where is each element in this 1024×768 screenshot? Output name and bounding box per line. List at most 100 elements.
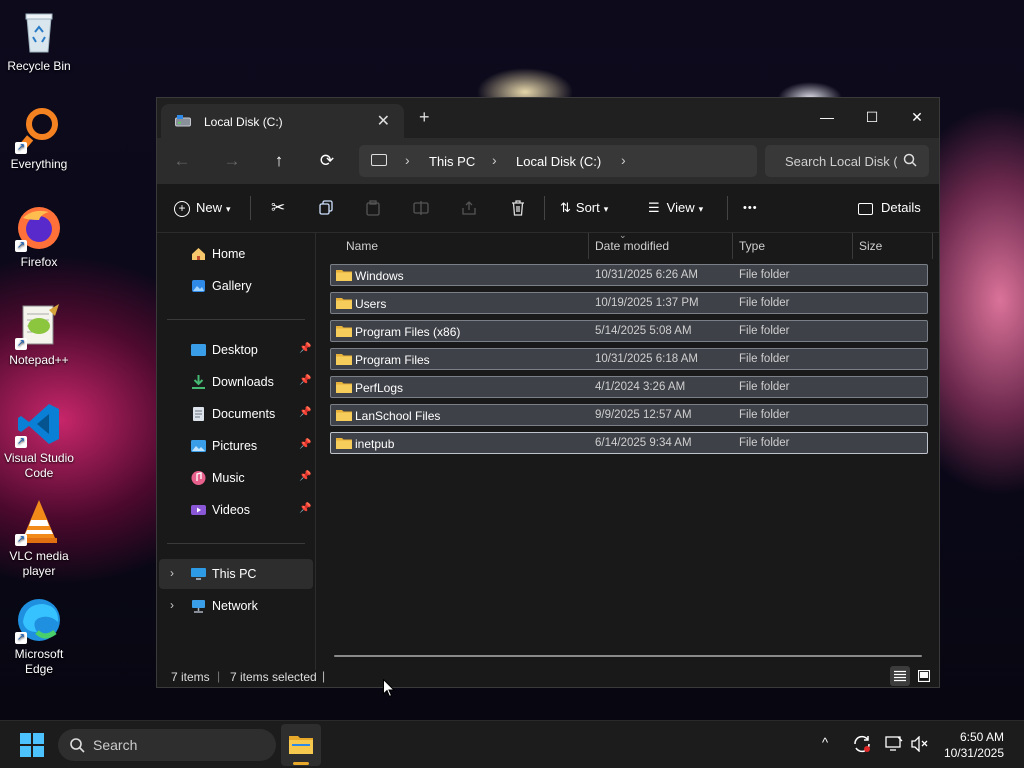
maximize-button[interactable]: ☐ bbox=[849, 102, 895, 132]
sort-button[interactable]: ⇅ Sort ▾ bbox=[560, 184, 608, 232]
new-tab-button[interactable]: + bbox=[419, 107, 430, 128]
view-button[interactable]: ☰ View ▾ bbox=[648, 184, 703, 232]
status-separator: | bbox=[322, 669, 326, 683]
breadcrumb-this-pc[interactable]: This PC bbox=[429, 154, 475, 169]
chevron-right-icon[interactable]: › bbox=[170, 598, 174, 612]
desktop-icon-notepadpp[interactable]: ↗ Notepad++ bbox=[2, 302, 76, 368]
desktop-icon-vscode[interactable]: ↗ Visual Studio Code bbox=[2, 400, 76, 481]
sidebar-item-videos[interactable]: Videos 📌 bbox=[159, 495, 313, 525]
volume-muted-icon[interactable] bbox=[911, 736, 929, 752]
desktop-icon-recycle-bin[interactable]: Recycle Bin bbox=[2, 8, 76, 74]
close-window-button[interactable]: ✕ bbox=[894, 102, 940, 132]
column-header-date[interactable]: Date modified bbox=[595, 233, 669, 259]
up-button[interactable]: ↑ bbox=[264, 146, 294, 176]
taskbar-search-input[interactable]: Search bbox=[93, 737, 137, 753]
file-row[interactable]: LanSchool Files 9/9/2025 12:57 AM File f… bbox=[330, 404, 928, 426]
pin-icon[interactable]: 📌 bbox=[299, 407, 311, 418]
column-separator[interactable] bbox=[932, 233, 933, 259]
column-separator[interactable] bbox=[588, 233, 589, 259]
sidebar-item-network[interactable]: › Network bbox=[159, 591, 313, 621]
copy-icon[interactable] bbox=[318, 184, 334, 232]
pin-icon[interactable]: 📌 bbox=[299, 343, 311, 354]
pin-icon[interactable]: 📌 bbox=[299, 439, 311, 450]
file-row[interactable]: Users 10/19/2025 1:37 PM File folder bbox=[330, 292, 928, 314]
sidebar-item-desktop[interactable]: Desktop 📌 bbox=[159, 335, 313, 365]
column-header-size[interactable]: Size bbox=[859, 233, 882, 259]
file-row[interactable]: Program Files (x86) 5/14/2025 5:08 AM Fi… bbox=[330, 320, 928, 342]
start-button[interactable] bbox=[20, 733, 44, 757]
show-hidden-icons-button[interactable]: ^ bbox=[822, 735, 828, 750]
sidebar-item-home[interactable]: Home bbox=[159, 239, 313, 269]
file-list: Name ⌄ Date modified Type Size Windows 1… bbox=[317, 230, 939, 670]
pin-icon[interactable]: 📌 bbox=[299, 471, 311, 482]
file-row[interactable]: PerfLogs 4/1/2024 3:26 AM File folder bbox=[330, 376, 928, 398]
divider bbox=[167, 319, 305, 320]
file-explorer-window: Local Disk (C:) ✕ + — ☐ ✕ ← → ↑ ⟳ › This… bbox=[156, 97, 940, 688]
desktop-icon-label: VLC media player bbox=[9, 549, 69, 578]
tab-local-disk[interactable]: Local Disk (C:) ✕ bbox=[161, 104, 404, 138]
sidebar-item-music[interactable]: Music 📌 bbox=[159, 463, 313, 493]
drive-icon bbox=[175, 114, 191, 127]
sidebar-item-gallery[interactable]: Gallery bbox=[159, 271, 313, 301]
breadcrumb-local-disk[interactable]: Local Disk (C:) bbox=[516, 154, 601, 169]
column-header-type[interactable]: Type bbox=[739, 233, 765, 259]
vlc-icon: ↗ bbox=[15, 498, 63, 546]
desktop-icon-edge[interactable]: ↗ Microsoft Edge bbox=[2, 596, 76, 677]
minimize-button[interactable]: — bbox=[804, 102, 850, 132]
pane-divider[interactable] bbox=[315, 233, 316, 670]
sidebar-item-this-pc[interactable]: › This PC bbox=[159, 559, 313, 589]
clock-date: 10/31/2025 bbox=[943, 746, 1004, 760]
file-row[interactable]: Program Files 10/31/2025 6:18 AM File fo… bbox=[330, 348, 928, 370]
share-icon[interactable] bbox=[461, 184, 477, 232]
back-button[interactable]: ← bbox=[167, 146, 197, 176]
folder-icon bbox=[336, 269, 352, 281]
sidebar-item-pictures[interactable]: Pictures 📌 bbox=[159, 431, 313, 461]
file-explorer-icon bbox=[289, 736, 313, 754]
tiles-view-button[interactable] bbox=[914, 666, 934, 686]
tab-close-icon[interactable]: ✕ bbox=[377, 111, 390, 131]
clock[interactable]: 6:50 AM 10/31/2025 bbox=[944, 729, 1004, 761]
rename-icon[interactable] bbox=[413, 184, 429, 232]
new-button[interactable]: + New ▾ bbox=[174, 184, 231, 232]
desktop-icon-label: Microsoft Edge bbox=[14, 647, 64, 676]
file-row[interactable]: Windows 10/31/2025 6:26 AM File folder bbox=[330, 264, 928, 286]
delete-icon[interactable] bbox=[510, 184, 526, 232]
column-separator[interactable] bbox=[852, 233, 853, 259]
details-view-button[interactable] bbox=[890, 666, 910, 686]
desktop-icon-label: Recycle Bin bbox=[7, 59, 71, 73]
sidebar-item-documents[interactable]: Documents 📌 bbox=[159, 399, 313, 429]
sync-icon[interactable] bbox=[852, 734, 872, 754]
details-pane-button[interactable]: Details bbox=[858, 184, 921, 232]
cut-icon[interactable]: ✂ bbox=[271, 184, 285, 232]
forward-button[interactable]: → bbox=[217, 146, 247, 176]
folder-icon bbox=[336, 381, 352, 393]
gallery-icon bbox=[191, 279, 206, 293]
desktop-icon-vlc[interactable]: ↗ VLC media player bbox=[2, 498, 76, 579]
more-options-button[interactable]: ••• bbox=[743, 184, 758, 232]
search-input[interactable]: Search Local Disk (C:) bbox=[785, 154, 897, 169]
horizontal-scrollbar[interactable] bbox=[334, 655, 922, 657]
chevron-right-icon[interactable]: › bbox=[170, 566, 174, 580]
shortcut-arrow-icon: ↗ bbox=[15, 240, 27, 252]
refresh-button[interactable]: ⟳ bbox=[312, 146, 342, 176]
mouse-cursor-icon bbox=[383, 679, 395, 698]
desktop-icon-firefox[interactable]: ↗ Firefox bbox=[2, 204, 76, 270]
desktop-icon-everything[interactable]: ↗ Everything bbox=[2, 106, 76, 172]
column-separator[interactable] bbox=[732, 233, 733, 259]
file-row[interactable]: inetpub 6/14/2025 9:34 AM File folder bbox=[330, 432, 928, 454]
search-box[interactable]: Search Local Disk (C:) bbox=[765, 145, 929, 177]
desktop-folder-icon bbox=[191, 343, 206, 357]
network-monitor-icon[interactable] bbox=[885, 736, 903, 752]
search-icon bbox=[903, 153, 917, 167]
paste-icon[interactable] bbox=[365, 184, 381, 232]
taskbar-file-explorer[interactable] bbox=[281, 724, 321, 766]
sidebar-item-downloads[interactable]: Downloads 📌 bbox=[159, 367, 313, 397]
navigation-pane: Home Gallery Desktop 📌 Downloads 📌 Docum… bbox=[157, 233, 316, 670]
folder-icon bbox=[336, 409, 352, 421]
taskbar-search[interactable]: Search bbox=[58, 729, 276, 761]
pin-icon[interactable]: 📌 bbox=[299, 375, 311, 386]
pin-icon[interactable]: 📌 bbox=[299, 503, 311, 514]
column-header-name[interactable]: Name bbox=[346, 233, 378, 259]
address-bar[interactable]: › This PC › Local Disk (C:) › bbox=[359, 145, 757, 177]
vscode-icon: ↗ bbox=[15, 400, 63, 448]
